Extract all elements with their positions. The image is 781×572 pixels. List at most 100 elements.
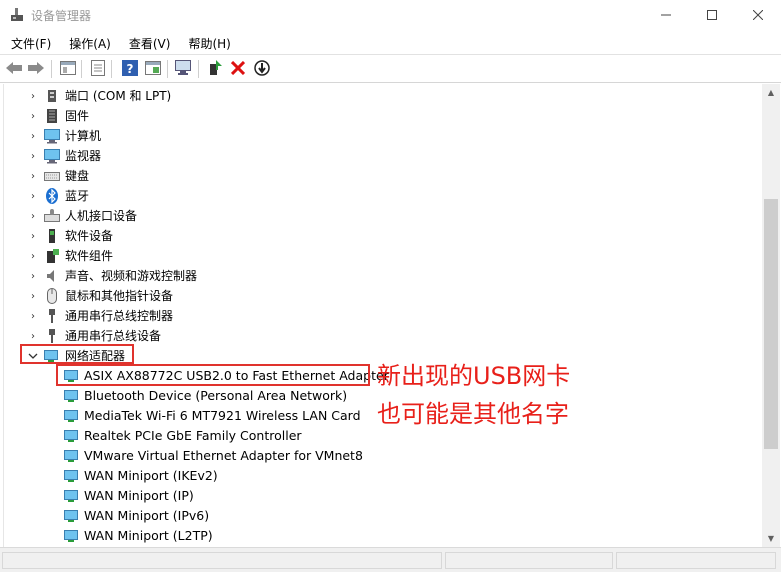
- show-hidden-button[interactable]: [88, 59, 108, 79]
- network-adapter-icon: [63, 508, 79, 524]
- tree-category-usb-controllers[interactable]: › 通用串行总线控制器: [4, 306, 762, 326]
- maximize-button[interactable]: [689, 0, 735, 31]
- tree-category-ports[interactable]: › 端口 (COM 和 LPT): [4, 86, 762, 106]
- tree-category-label: 监视器: [65, 149, 102, 163]
- tree-category-label: 通用串行总线设备: [65, 329, 162, 343]
- uninstall-button[interactable]: [228, 59, 248, 79]
- help-icon: ?: [122, 59, 138, 79]
- toolbar-separator: [51, 60, 52, 78]
- bluetooth-icon: [44, 188, 60, 204]
- status-segment: [445, 552, 613, 569]
- disable-icon: [254, 59, 270, 79]
- chevron-right-icon[interactable]: ›: [28, 191, 38, 202]
- scroll-down-icon[interactable]: ▼: [762, 530, 780, 547]
- toolbar-separator: [81, 60, 82, 78]
- toolbar-separator: [167, 60, 168, 78]
- adapter-row[interactable]: WAN Miniport (IKEv2): [4, 466, 762, 486]
- forward-button[interactable]: [26, 59, 46, 79]
- menu-help[interactable]: 帮助(H): [177, 31, 237, 53]
- tree-category-keyboards[interactable]: › 键盘: [4, 166, 762, 186]
- tree-category-bluetooth[interactable]: › 蓝牙: [4, 186, 762, 206]
- tree-category-software-devices[interactable]: › 软件设备: [4, 226, 762, 246]
- chevron-right-icon[interactable]: ›: [28, 331, 38, 342]
- uninstall-icon: [230, 60, 246, 78]
- adapter-label: MediaTek Wi-Fi 6 MT7921 Wireless LAN Car…: [84, 408, 361, 423]
- chevron-right-icon[interactable]: ›: [28, 211, 38, 222]
- tree-category-label: 通用串行总线控制器: [65, 309, 174, 323]
- adapter-row[interactable]: WAN Miniport (L2TP): [4, 526, 762, 546]
- adapter-label: WAN Miniport (IKEv2): [84, 468, 218, 483]
- device-tree[interactable]: › 端口 (COM 和 LPT) › 固件 › 计算机 › 监视器 › 键盘 ›…: [3, 84, 762, 547]
- computer-icon: [44, 128, 60, 144]
- tree-category-label: 鼠标和其他指针设备: [65, 289, 174, 303]
- port-icon: [44, 88, 60, 104]
- scan-hardware-button[interactable]: [174, 59, 194, 79]
- hid-icon: [44, 208, 60, 224]
- adapter-row[interactable]: VMware Virtual Ethernet Adapter for VMne…: [4, 446, 762, 466]
- menu-bar: 文件(F) 操作(A) 查看(V) 帮助(H): [0, 31, 781, 53]
- back-icon: [5, 61, 23, 78]
- chevron-right-icon[interactable]: ›: [28, 231, 38, 242]
- properties-icon: [60, 60, 76, 78]
- tree-category-sound[interactable]: › 声音、视频和游戏控制器: [4, 266, 762, 286]
- window-title: 设备管理器: [31, 9, 92, 23]
- chevron-right-icon[interactable]: ›: [28, 291, 38, 302]
- tree-category-hid[interactable]: › 人机接口设备: [4, 206, 762, 226]
- properties-button[interactable]: [58, 59, 78, 79]
- scroll-up-icon[interactable]: ▲: [762, 84, 780, 101]
- chevron-right-icon[interactable]: ›: [28, 151, 38, 162]
- network-adapter-icon: [63, 408, 79, 424]
- tree-category-label: 固件: [65, 109, 90, 123]
- forward-icon: [27, 61, 45, 78]
- disable-button[interactable]: [252, 59, 272, 79]
- monitor-icon: [44, 148, 60, 164]
- tree-category-usb-devices[interactable]: › 通用串行总线设备: [4, 326, 762, 346]
- scrollbar-thumb[interactable]: [764, 199, 778, 449]
- close-button[interactable]: [735, 0, 781, 31]
- tree-category-firmware[interactable]: › 固件: [4, 106, 762, 126]
- network-adapter-icon: [63, 488, 79, 504]
- menu-file[interactable]: 文件(F): [0, 31, 58, 53]
- console-button[interactable]: [143, 59, 163, 79]
- chevron-right-icon[interactable]: ›: [28, 91, 38, 102]
- chevron-right-icon[interactable]: ›: [28, 171, 38, 182]
- network-adapter-icon: [63, 388, 79, 404]
- tree-category-monitors[interactable]: › 监视器: [4, 146, 762, 166]
- category-highlight-box: [20, 344, 134, 364]
- minimize-button[interactable]: [643, 0, 689, 31]
- scan-hardware-icon: [175, 59, 193, 79]
- chevron-right-icon[interactable]: ›: [28, 251, 38, 262]
- tree-category-label: 键盘: [65, 169, 90, 183]
- show-hidden-icon: [91, 59, 105, 79]
- tree-category-label: 端口 (COM 和 LPT): [65, 89, 172, 103]
- adapter-row[interactable]: WAN Miniport (IPv6): [4, 506, 762, 526]
- svg-text:?: ?: [127, 62, 134, 76]
- tree-category-computer[interactable]: › 计算机: [4, 126, 762, 146]
- keyboard-icon: [44, 168, 60, 184]
- help-button[interactable]: ?: [120, 59, 140, 79]
- chevron-right-icon[interactable]: ›: [28, 131, 38, 142]
- maximize-icon: [707, 9, 717, 23]
- toolbar: ?: [0, 54, 781, 83]
- menu-action[interactable]: 操作(A): [58, 31, 118, 53]
- tree-category-label: 计算机: [65, 129, 102, 143]
- status-segment: [2, 552, 442, 569]
- title-bar: 设备管理器: [0, 0, 781, 31]
- update-driver-button[interactable]: [205, 59, 225, 79]
- adapter-label: WAN Miniport (IPv6): [84, 508, 210, 523]
- chevron-right-icon[interactable]: ›: [28, 311, 38, 322]
- mouse-icon: [44, 288, 60, 304]
- toolbar-separator: [198, 60, 199, 78]
- menu-view[interactable]: 查看(V): [118, 31, 178, 53]
- back-button[interactable]: [4, 59, 24, 79]
- chevron-right-icon[interactable]: ›: [28, 111, 38, 122]
- adapter-row[interactable]: WAN Miniport (IP): [4, 486, 762, 506]
- tree-category-software-components[interactable]: › 软件组件: [4, 246, 762, 266]
- vertical-scrollbar[interactable]: ▲ ▼: [762, 84, 780, 547]
- close-icon: [752, 9, 764, 23]
- toolbar-separator: [111, 60, 112, 78]
- annotation-line-2: 也可能是其他名字: [377, 400, 569, 428]
- tree-category-mice[interactable]: › 鼠标和其他指针设备: [4, 286, 762, 306]
- chevron-right-icon[interactable]: ›: [28, 271, 38, 282]
- tree-category-label: 软件组件: [65, 249, 114, 263]
